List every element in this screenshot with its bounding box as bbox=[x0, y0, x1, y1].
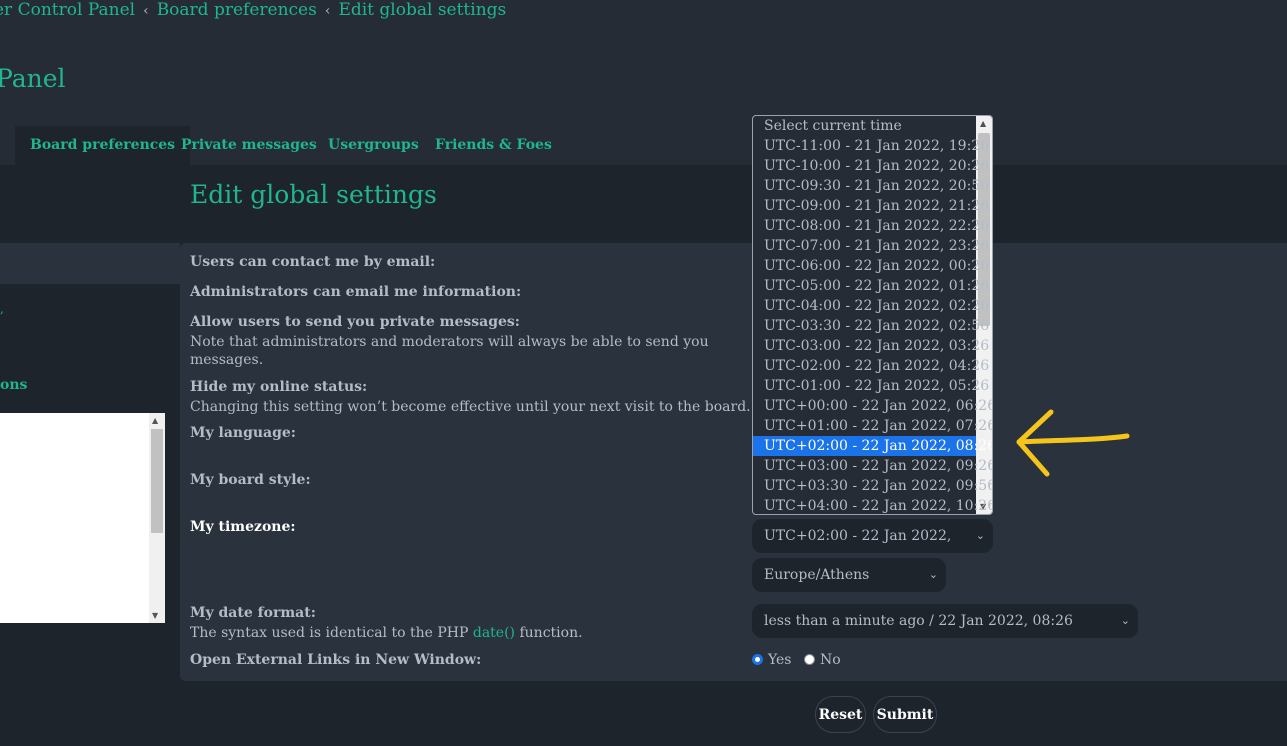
external-links-radio-group: Yes No bbox=[752, 652, 849, 668]
breadcrumb: er Control Panel ‹ Board preferences ‹ Edit … bbox=[0, 0, 506, 20]
timezone-option[interactable]: UTC-11:00 - 21 Jan 2022, 19:26 bbox=[753, 136, 989, 156]
page-title: Panel bbox=[0, 64, 66, 93]
timezone-dropdown-list[interactable]: ▲ ▼ Select current time UTC-11:00 - 21 Ja… bbox=[752, 115, 993, 515]
timezone-option[interactable]: UTC-01:00 - 22 Jan 2022, 05:26 bbox=[753, 376, 989, 396]
date-format-note: The syntax used is identical to the PHP … bbox=[190, 625, 583, 641]
tabs-bar: Board preferences Private messages Userg… bbox=[0, 126, 1287, 165]
timezone-option[interactable]: UTC+03:00 - 22 Jan 2022, 09:26 bbox=[753, 456, 992, 476]
timezone-label: My timezone: bbox=[190, 519, 296, 535]
timezone-option[interactable]: UTC-02:00 - 22 Jan 2022, 04:26 bbox=[753, 356, 989, 376]
language-label: My language: bbox=[190, 425, 296, 441]
date-format-label: My date format: bbox=[190, 605, 316, 621]
timezone-region-select[interactable]: Europe/Athens ⌄ bbox=[752, 558, 946, 592]
date-format-select[interactable]: less than a minute ago / 22 Jan 2022, 08… bbox=[752, 604, 1138, 638]
radio-yes[interactable] bbox=[752, 654, 763, 665]
timezone-option[interactable]: UTC+03:30 - 22 Jan 2022, 09:56 bbox=[753, 476, 992, 496]
tab-friends-foes[interactable]: Friends & Foes bbox=[420, 126, 567, 165]
scroll-thumb[interactable] bbox=[151, 429, 163, 533]
reset-button[interactable]: Reset bbox=[815, 696, 866, 733]
sidebar-active-strip bbox=[0, 243, 180, 284]
timezone-select[interactable]: UTC+02:00 - 22 Jan 2022, 08:26 ⌄ bbox=[752, 519, 993, 578]
admin-email-label: Administrators can email me information: bbox=[190, 284, 522, 300]
timezone-option[interactable]: UTC-05:00 - 22 Jan 2022, 01:26 bbox=[753, 276, 989, 296]
allow-pm-note: Note that administrators and moderators … bbox=[190, 334, 709, 368]
breadcrumb-edit-global-settings-link[interactable]: Edit global settings bbox=[338, 0, 506, 20]
timezone-option[interactable]: UTC-03:30 - 22 Jan 2022, 02:56 bbox=[753, 316, 989, 336]
sidebar-item-partial[interactable]: ons bbox=[0, 377, 27, 393]
breadcrumb-ucp-link[interactable]: er Control Panel bbox=[0, 0, 135, 20]
scroll-down-icon[interactable]: ▼ bbox=[152, 611, 158, 620]
annotation-arrow-icon bbox=[1016, 409, 1130, 477]
hide-online-note: Changing this setting won’t become effec… bbox=[190, 399, 751, 415]
timezone-option[interactable]: UTC-06:00 - 22 Jan 2022, 00:26 bbox=[753, 256, 989, 276]
sidebar-item-marker[interactable]: , bbox=[0, 302, 4, 316]
tab-private-messages[interactable]: Private messages bbox=[166, 126, 332, 165]
external-links-label: Open External Links in New Window: bbox=[190, 652, 482, 668]
sidebar-listbox[interactable]: ▲ ▼ bbox=[0, 413, 165, 623]
date-format-value: less than a minute ago / 22 Jan 2022, 08… bbox=[764, 613, 1073, 629]
timezone-option[interactable]: UTC-07:00 - 21 Jan 2022, 23:26 bbox=[753, 236, 989, 256]
timezone-option[interactable]: UTC+04:00 - 22 Jan 2022, 10:26 bbox=[753, 496, 992, 514]
timezone-option[interactable]: UTC+00:00 - 22 Jan 2022, 06:26 bbox=[753, 396, 992, 416]
tab-usergroups[interactable]: Usergroups bbox=[313, 126, 434, 165]
allow-pm-label: Allow users to send you private messages… bbox=[190, 314, 520, 330]
section-title: Edit global settings bbox=[190, 180, 437, 209]
timezone-option[interactable]: UTC+01:00 - 22 Jan 2022, 07:26 bbox=[753, 416, 992, 436]
hide-online-label: Hide my online status: bbox=[190, 379, 368, 395]
contact-email-label: Users can contact me by email: bbox=[190, 254, 436, 270]
timezone-option[interactable]: UTC-09:00 - 21 Jan 2022, 21:26 bbox=[753, 196, 989, 216]
timezone-option[interactable]: UTC+02:00 - 22 Jan 2022, 08:26 bbox=[753, 436, 992, 456]
tab-board-preferences[interactable]: Board preferences bbox=[15, 126, 191, 165]
chevron-down-icon: ⌄ bbox=[975, 529, 985, 542]
submit-button[interactable]: Submit bbox=[873, 696, 937, 733]
radio-yes-label[interactable]: Yes bbox=[768, 652, 792, 668]
radio-no-label[interactable]: No bbox=[820, 652, 841, 668]
breadcrumb-board-preferences-link[interactable]: Board preferences bbox=[157, 0, 317, 20]
scroll-up-icon[interactable]: ▲ bbox=[980, 119, 986, 128]
board-style-label: My board style: bbox=[190, 472, 311, 488]
timezone-option[interactable]: UTC-03:00 - 22 Jan 2022, 03:26 bbox=[753, 336, 989, 356]
timezone-region-value: Europe/Athens bbox=[764, 567, 870, 583]
scroll-up-icon[interactable]: ▲ bbox=[152, 416, 158, 425]
timezone-option[interactable]: UTC-08:00 - 21 Jan 2022, 22:26 bbox=[753, 216, 989, 236]
chevron-down-icon: ⌄ bbox=[1120, 614, 1130, 627]
breadcrumb-separator: ‹ bbox=[324, 3, 331, 19]
timezone-option[interactable]: UTC-09:30 - 21 Jan 2022, 20:56 bbox=[753, 176, 989, 196]
timezone-option[interactable]: UTC-10:00 - 21 Jan 2022, 20:26 bbox=[753, 156, 989, 176]
sidebar-scrollbar[interactable]: ▲ ▼ bbox=[149, 413, 165, 623]
timezone-option[interactable]: UTC-04:00 - 22 Jan 2022, 02:26 bbox=[753, 296, 989, 316]
radio-no[interactable] bbox=[803, 654, 815, 665]
php-date-link[interactable]: date() bbox=[473, 625, 515, 641]
dropdown-placeholder-option[interactable]: Select current time bbox=[753, 116, 976, 136]
chevron-down-icon: ⌄ bbox=[928, 568, 938, 581]
breadcrumb-separator: ‹ bbox=[143, 3, 149, 19]
